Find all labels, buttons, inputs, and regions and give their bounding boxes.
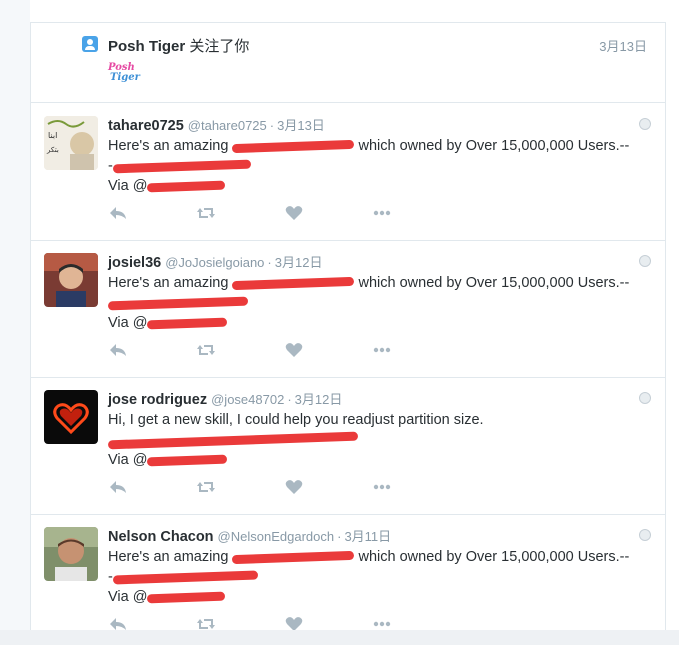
separator: · [287,392,292,407]
logo-line-2: Tiger [110,72,140,83]
svg-text:بتكر: بتكر [46,146,59,154]
redaction-mark [112,570,258,585]
follower-avatar-logo[interactable]: Posh Tiger [108,63,140,85]
avatar[interactable] [44,527,98,581]
retweet-icon[interactable] [196,204,220,224]
tweet-author-handle[interactable]: @NelsonEdgardoch [218,529,335,544]
tweet-author-name[interactable]: jose rodriguez [108,392,207,408]
tweet-author-name[interactable]: Nelson Chacon [108,529,214,545]
tweet-date[interactable]: 3月12日 [295,392,343,407]
caret-icon[interactable] [639,529,651,541]
notifications-timeline: Posh Tiger 关注了你 3月13日 Posh Tiger ابنا بت… [30,22,666,645]
tweet-via: Via @ [108,315,148,331]
tweet-text-line2: - [108,158,113,174]
tweet-via: Via @ [108,178,148,194]
tweet-author-handle[interactable]: @JoJosielgoiano [165,255,264,270]
tweet-text-end: which owned by Over 15,000,000 Users.-- [358,275,630,291]
tweet-header: tahare0725 @tahare0725 · 3月13日 [108,115,325,134]
follower-name[interactable]: Posh Tiger [108,38,185,55]
retweet-icon[interactable] [196,478,220,498]
redaction-mark [147,180,226,193]
tweet-text: Here's an amazing which owned by Over 15… [108,136,665,196]
caret-icon[interactable] [639,255,651,267]
follow-time[interactable]: 3月13日 [599,36,647,55]
reply-icon[interactable] [108,204,132,224]
tweet-author-name[interactable]: tahare0725 [108,118,184,134]
reply-icon[interactable] [108,478,132,498]
redaction-mark [147,317,228,330]
avatar[interactable] [44,253,98,307]
tweet-header: josiel36 @JoJosielgoiano · 3月12日 [108,252,322,271]
avatar[interactable]: ابنا بتكر [44,116,98,170]
redaction-mark [232,550,355,564]
redaction-mark [147,454,228,467]
svg-text:ابنا: ابنا [48,131,57,140]
follow-title: Posh Tiger 关注了你 [108,35,249,56]
tweet-via: Via @ [108,589,148,605]
tweet-text-end: which owned by Over 15,000,000 Users.-- [358,549,630,565]
redaction-mark [112,159,251,174]
tweet-via: Via @ [108,452,148,468]
heart-icon[interactable] [284,341,308,361]
tweet-actions [108,341,408,361]
tweet-author-handle[interactable]: @tahare0725 [188,118,267,133]
heart-icon[interactable] [284,204,308,224]
more-dots-icon[interactable] [372,478,396,498]
tweet-text: Here's an amazing which owned by Over 15… [108,547,665,607]
tweet-text: Hi, I get a new skill, I could help you … [107,410,665,470]
avatar[interactable] [44,390,98,444]
separator: · [269,118,275,133]
reply-icon[interactable] [108,341,132,361]
tweet-item[interactable]: Nelson Chacon @NelsonEdgardoch · 3月11日 Here… [31,515,665,645]
tweet-date[interactable]: 3月12日 [275,255,323,270]
redaction-mark [107,431,359,450]
heart-icon[interactable] [284,478,308,498]
separator: · [337,529,342,544]
tweet-text-end: which owned by Over 15,000,000 Users.-- [358,138,630,154]
tweet-item[interactable]: jose rodriguez @jose48702 · 3月12日 Hi, I get… [31,378,665,515]
tweet-text-start: Here's an amazing [108,549,229,565]
redaction-mark [232,276,355,290]
tweet-header: jose rodriguez @jose48702 · 3月12日 [108,389,342,408]
tweet-date[interactable]: 3月11日 [344,529,391,544]
tweet-text-start: Here's an amazing [108,138,229,154]
separator: · [267,255,272,270]
tweet-item[interactable]: ابنا بتكر tahare0725 @tahare0725 · 3月13日 He… [31,104,665,241]
tweet-text-start: Here's an amazing [108,275,229,291]
tweet-date[interactable]: 3月13日 [277,118,325,133]
tweet-text-start: Hi, I get a new skill, I could help you … [108,412,484,428]
redaction-mark [107,296,249,311]
tweet-text-line2: - [108,569,113,585]
page-background-left [0,0,30,645]
follow-action-text: 关注了你 [189,38,250,55]
tweet-item[interactable]: josiel36 @JoJosielgoiano · 3月12日 Here's an … [31,241,665,378]
tweet-actions [108,478,408,498]
tweet-header: Nelson Chacon @NelsonEdgardoch · 3月11日 [108,526,391,545]
tweet-actions [108,204,408,224]
redaction-mark [147,591,226,604]
caret-icon[interactable] [639,392,651,404]
tweet-author-name[interactable]: josiel36 [108,255,161,271]
more-dots-icon[interactable] [372,341,396,361]
tweet-author-handle[interactable]: @jose48702 [211,392,284,407]
retweet-icon[interactable] [196,341,220,361]
caret-icon[interactable] [639,118,651,130]
redaction-mark [232,139,355,153]
tweet-text: Here's an amazing which owned by Over 15… [107,273,665,333]
page-background-bottom [0,630,679,645]
more-dots-icon[interactable] [372,204,396,224]
follow-notification[interactable]: Posh Tiger 关注了你 3月13日 Posh Tiger [31,23,665,103]
follow-person-icon [82,36,98,52]
